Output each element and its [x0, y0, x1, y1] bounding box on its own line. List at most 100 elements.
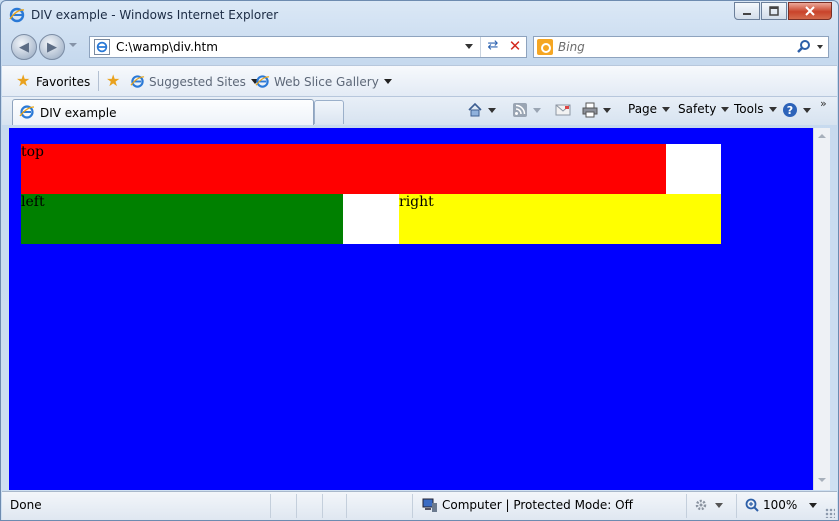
- div-top-text: top: [21, 144, 45, 160]
- status-text: Done: [10, 498, 42, 512]
- computer-icon: [422, 498, 437, 512]
- window-title: DIV example - Windows Internet Explorer: [31, 8, 279, 22]
- help-icon: ?: [783, 103, 797, 117]
- div-left: left: [21, 194, 343, 244]
- stop-button[interactable]: ✕: [506, 37, 524, 55]
- div-left-text: left: [21, 194, 45, 210]
- chevron-down-icon: [533, 107, 541, 113]
- divider: [412, 494, 413, 518]
- forward-arrow-icon: ▶: [47, 39, 57, 55]
- page-menu-label: Page: [628, 102, 658, 116]
- search-input[interactable]: Bing: [558, 40, 585, 54]
- chevron-down-icon: [488, 107, 496, 113]
- ie-window: DIV example - Windows Internet Explorer …: [0, 0, 839, 521]
- address-dropdown[interactable]: [465, 44, 473, 49]
- divider: [322, 494, 323, 518]
- favorites-bar: ★ Favorites ★ Suggested Sites Web Slice …: [2, 65, 837, 97]
- search-icon[interactable]: [796, 39, 812, 55]
- tab-row: DIV example Page Safety Tools ? »: [2, 97, 837, 125]
- address-input[interactable]: C:\wamp\div.htm: [116, 40, 218, 54]
- add-to-favorites-bar-button[interactable]: ★: [106, 71, 122, 90]
- back-arrow-icon: ◀: [19, 39, 29, 55]
- tab-div-example[interactable]: DIV example: [12, 99, 314, 125]
- add-favorite-icon: ★: [106, 71, 121, 90]
- safety-menu-label: Safety: [678, 102, 717, 116]
- favorites-item-suggested-sites[interactable]: Suggested Sites: [130, 74, 259, 89]
- ie-icon: [96, 41, 108, 53]
- chevron-down-icon: [383, 79, 392, 84]
- divider: [270, 494, 271, 518]
- recent-pages-dropdown[interactable]: [69, 43, 77, 47]
- tools-menu[interactable]: Tools: [734, 102, 777, 116]
- zoom-level-label: 100%: [763, 498, 798, 512]
- close-button[interactable]: [788, 2, 832, 20]
- bing-icon: [537, 39, 553, 55]
- window-controls: [734, 2, 832, 20]
- page-icon: [94, 39, 110, 55]
- print-button[interactable]: [582, 102, 611, 118]
- divider: [346, 494, 347, 518]
- mail-icon: [555, 104, 571, 116]
- safety-menu[interactable]: Safety: [678, 102, 730, 116]
- refresh-icon: ⇄: [487, 38, 499, 53]
- navigation-bar: ◀ ▶ C:\wamp\div.htm ⇄ ✕ Bing: [1, 31, 838, 65]
- svg-text:?: ?: [787, 104, 793, 117]
- security-zone-label: Computer | Protected Mode: Off: [442, 498, 633, 512]
- command-bar-overflow[interactable]: »: [820, 97, 827, 110]
- favorites-button[interactable]: ★ Favorites: [16, 71, 90, 90]
- home-icon: [468, 102, 482, 117]
- divider: [296, 494, 297, 518]
- printer-icon: [582, 102, 598, 118]
- chevron-down-icon: [809, 502, 818, 508]
- search-options-dropdown[interactable]: [817, 45, 823, 49]
- div-right-text: right: [399, 194, 434, 210]
- ie-icon: [130, 75, 145, 88]
- chevron-down-icon: [768, 106, 777, 112]
- gear-icon: [695, 499, 707, 511]
- star-icon: ★: [16, 71, 31, 90]
- ie-icon: [9, 7, 25, 23]
- divider: [686, 494, 687, 518]
- scroll-down-icon[interactable]: [818, 478, 826, 482]
- close-icon: [805, 6, 815, 16]
- chevron-down-icon: [662, 106, 671, 112]
- security-zone[interactable]: Computer | Protected Mode: Off: [422, 497, 633, 513]
- help-button[interactable]: ?: [782, 102, 811, 118]
- resize-grip[interactable]: [825, 508, 835, 518]
- chevron-down-icon: [803, 107, 811, 113]
- chevron-down-icon: [721, 106, 730, 112]
- feeds-button[interactable]: [512, 102, 541, 118]
- search-box[interactable]: Bing: [533, 36, 829, 58]
- page-menu[interactable]: Page: [628, 102, 671, 116]
- back-button[interactable]: ◀: [11, 34, 37, 60]
- favorites-item-label: Web Slice Gallery: [274, 74, 379, 89]
- divider: [98, 71, 99, 91]
- maximize-button[interactable]: [761, 2, 787, 20]
- minimize-button[interactable]: [734, 2, 760, 20]
- scroll-up-icon[interactable]: [818, 134, 826, 138]
- address-bar[interactable]: C:\wamp\div.htm ⇄ ✕: [89, 36, 527, 58]
- page-viewport: top left right: [9, 128, 813, 490]
- tab-label: DIV example: [40, 106, 117, 120]
- title-bar: DIV example - Windows Internet Explorer: [1, 1, 838, 31]
- new-tab-button[interactable]: [314, 100, 344, 124]
- vertical-scrollbar[interactable]: [813, 128, 830, 490]
- refresh-button[interactable]: ⇄: [484, 38, 502, 56]
- tools-menu-label: Tools: [734, 102, 764, 116]
- favorites-item-web-slice-gallery[interactable]: Web Slice Gallery: [255, 74, 392, 89]
- forward-button[interactable]: ▶: [39, 34, 65, 60]
- maximize-icon: [769, 6, 779, 16]
- chevron-down-icon: [715, 502, 723, 508]
- zoom-icon: [745, 498, 759, 512]
- favorites-item-label: Suggested Sites: [149, 74, 246, 89]
- rss-feed-icon: [513, 103, 527, 117]
- read-mail-button[interactable]: [555, 102, 571, 118]
- home-button[interactable]: [467, 102, 496, 118]
- zoom-level-button[interactable]: 100%: [744, 497, 818, 513]
- minimize-icon: [743, 13, 751, 15]
- div-top: top: [21, 144, 666, 194]
- stop-icon: ✕: [508, 37, 522, 55]
- ie-icon: [19, 105, 35, 119]
- status-bar: Done Computer | Protected Mode: Off 100%: [2, 491, 837, 520]
- popup-settings-button[interactable]: [694, 497, 723, 513]
